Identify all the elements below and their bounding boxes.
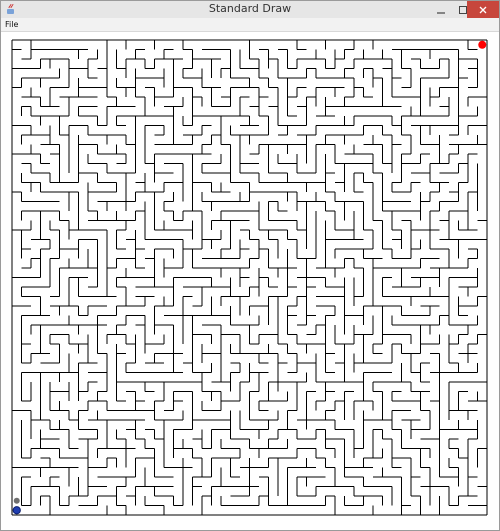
window-title: Standard Draw [208,2,292,15]
close-icon [479,6,487,13]
title-bar[interactable]: Standard Draw [1,1,499,18]
drawing-canvas[interactable] [1,32,499,530]
start-marker-blue [12,506,21,515]
minimize-icon [437,11,445,14]
maze-svg [11,39,488,516]
app-window: Standard Draw File [0,0,500,531]
menu-file[interactable]: File [5,18,18,31]
goal-dot [478,40,487,49]
close-button[interactable] [467,1,499,18]
minimize-button[interactable] [429,1,453,18]
start-marker-gray [13,497,20,504]
menu-bar: File [1,18,499,32]
